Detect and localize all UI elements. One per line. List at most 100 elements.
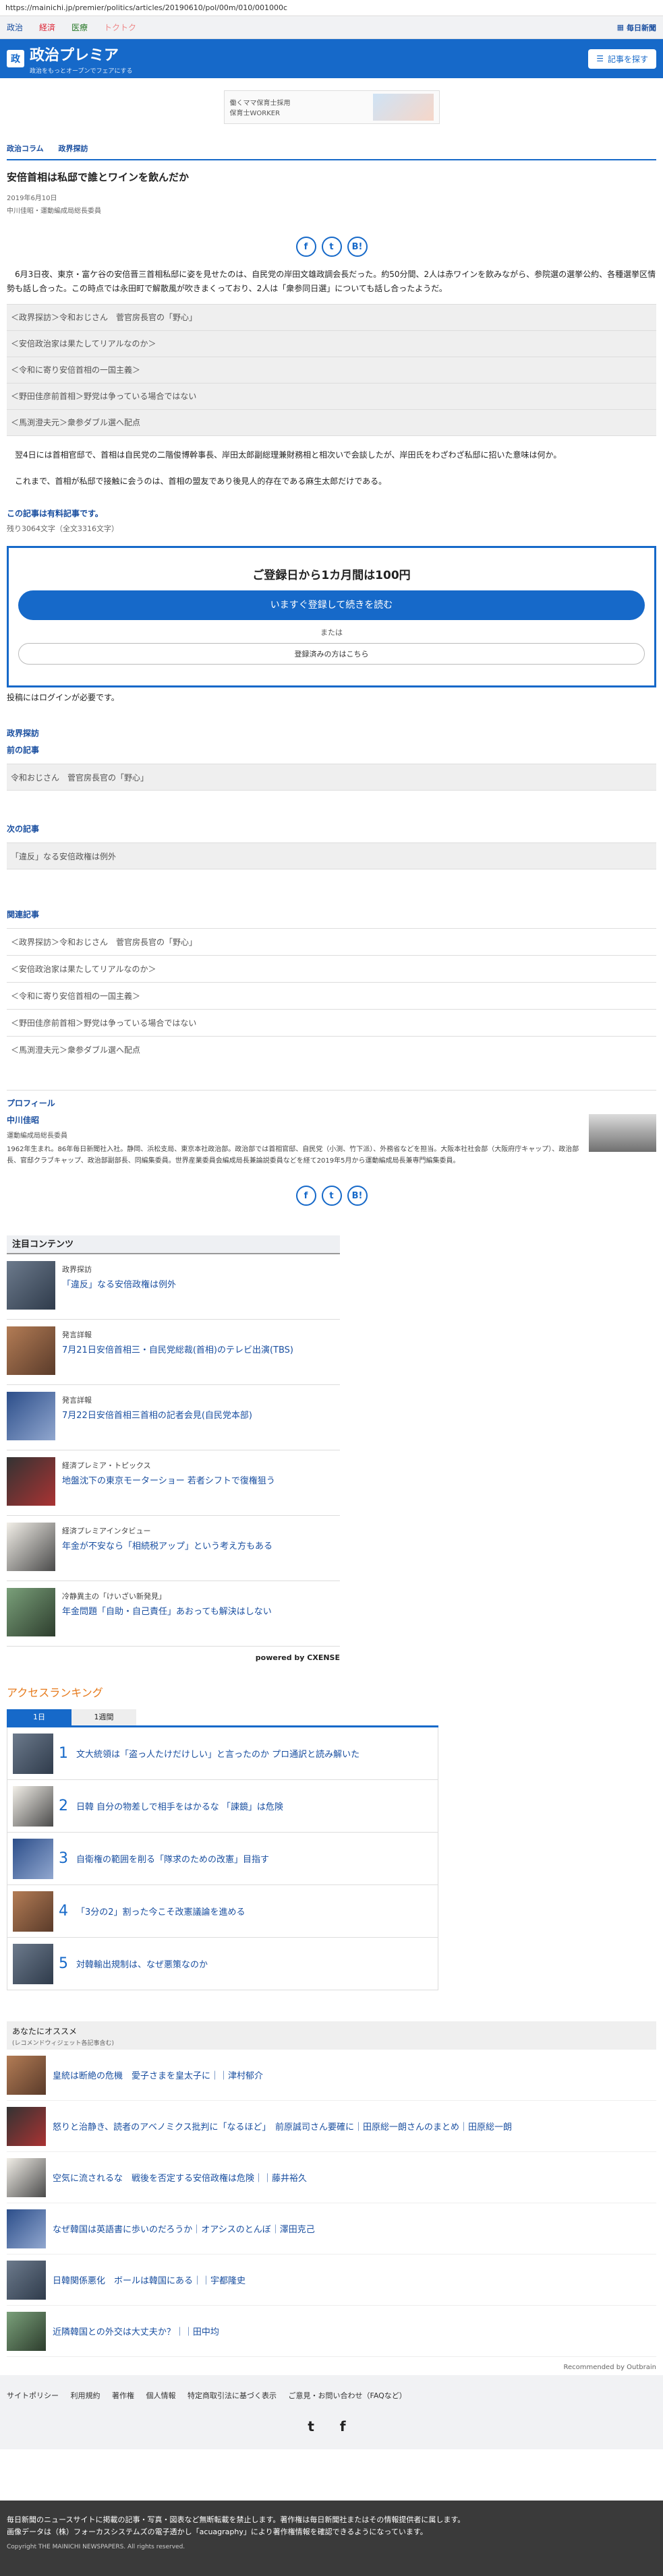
top-navigation: 政治 経済 医療 トクトク ▦ 毎日新聞	[0, 16, 663, 39]
tab-daily[interactable]: 1日	[7, 1709, 71, 1725]
nav-tokutoku[interactable]: トクトク	[104, 22, 136, 33]
ranking-item[interactable]: 4 「3分の2」割った今こそ改憲議論を進める	[7, 1885, 438, 1938]
inline-link[interactable]: ＜馬渕澄夫元＞衆参ダブル選へ配点	[7, 409, 656, 435]
next-article-link[interactable]: 「違反」なる安倍政権は例外	[7, 842, 656, 869]
recommendation-thumbnail	[7, 2260, 46, 2300]
post-login-notice: 投稿にはログインが必要です。	[7, 693, 119, 702]
ranking-item[interactable]: 5 対韓輸出規制は、なぜ悪策なのか	[7, 1938, 438, 1990]
recommendation-item[interactable]: 日韓関係悪化 ボールは韓国にある｜｜宇都隆史	[7, 2255, 656, 2306]
prev-article-link[interactable]: 令和おじさん 菅官房長官の「野心」	[7, 764, 656, 791]
facebook-share-icon[interactable]: f	[295, 237, 316, 257]
featured-item[interactable]: 発言詳報 7月22日安倍首相三首相の記者会見(自民党本部)	[7, 1385, 340, 1450]
recommendation-item[interactable]: 近隣韓国との外交は大丈夫か？｜｜田中均	[7, 2306, 656, 2357]
breadcrumb-column[interactable]: 政治コラム	[7, 144, 44, 153]
ranking-item[interactable]: 3 自衛権の範囲を削る「隊求のための改憲」目指す	[7, 1833, 438, 1885]
related-article[interactable]: ＜政界探訪＞令和おじさん 菅官房長官の「野心」	[7, 928, 656, 955]
recommendation-thumbnail	[7, 2055, 46, 2095]
footer-notice-line: 毎日新聞のニュースサイトに掲載の記事・写真・図表など無断転載を禁止します。著作権…	[7, 2515, 465, 2524]
inline-link[interactable]: ＜野田佳彦前首相＞野党は争っている場合ではない	[7, 383, 656, 409]
twitter-share-icon[interactable]: t	[321, 1186, 342, 1206]
cxense-attribution[interactable]: powered by CXENSE	[7, 1653, 340, 1662]
featured-item[interactable]: 発言詳報 7月21日安倍首相三・自民党総裁(首相)のテレビ出演(TBS)	[7, 1320, 340, 1385]
mainichi-logo-icon: ▦	[616, 23, 624, 32]
hatena-bookmark-icon[interactable]: B!	[347, 1186, 368, 1206]
profile-name[interactable]: 中川佳昭	[7, 1114, 582, 1126]
featured-item[interactable]: 政界探訪 「違反」なる安倍政権は例外	[7, 1254, 340, 1320]
footer-social: t f	[7, 2418, 656, 2434]
facebook-icon[interactable]: f	[340, 2418, 346, 2434]
recommendation-thumbnail	[7, 2311, 46, 2351]
recommendation-headline: 近隣韓国との外交は大丈夫か？｜｜田中均	[53, 2327, 219, 2337]
nav-economy[interactable]: 経済	[39, 22, 55, 33]
footer-link-privacy[interactable]: 個人情報	[146, 2391, 176, 2400]
related-article[interactable]: ＜令和に寄り安倍首相の一国主義＞	[7, 982, 656, 1009]
featured-item[interactable]: 経済プレミア・トピックス 地盤沈下の東京モーターショー 若者シフトで復権狙う	[7, 1450, 340, 1516]
recommendation-item[interactable]: なぜ韓国は英語書に歩いのだろうか｜オアシスのとんぼ｜澤田克己	[7, 2203, 656, 2255]
mainichi-logo-link[interactable]: ▦ 毎日新聞	[617, 22, 656, 33]
featured-category: 経済プレミアインタビュー	[62, 1527, 151, 1535]
nav-politics[interactable]: 政治	[7, 22, 23, 33]
copyright: Copyright THE MAINICHI NEWSPAPERS. All r…	[7, 2544, 185, 2550]
recommendation-thumbnail	[7, 2106, 46, 2146]
recommendations-header: あなたにオススメ (レコメンドウィジェット各記事含む)	[7, 2021, 656, 2050]
brand-title: 政治プレミア	[30, 47, 119, 64]
inline-link[interactable]: ＜政界探訪＞令和おじさん 菅官房長官の「野心」	[7, 304, 656, 330]
featured-category: 経済プレミア・トピックス	[62, 1461, 151, 1470]
featured-item[interactable]: 経済プレミアインタビュー 年金が不安なら「相続税アップ」という考え方もある	[7, 1516, 340, 1581]
outbrain-attribution[interactable]: Recommended by Outbrain	[0, 2364, 663, 2371]
breadcrumb: 政治コラム 政界探訪	[7, 143, 656, 154]
brand-subtitle: 政治をもっとオープンでフェアにする	[30, 67, 133, 75]
profile-bio: 1962年生まれ。86年毎日新聞社入社。静岡、浜松支局、東京本社政治部。政治部で…	[7, 1146, 579, 1165]
share-buttons: f t B!	[7, 237, 656, 257]
inline-link[interactable]: ＜令和に寄り安倍首相の一国主義＞	[7, 357, 656, 383]
recommendation-item[interactable]: 皇統は断絶の危機 愛子さまを皇太子に｜｜津村郁介	[7, 2050, 656, 2101]
menu-icon: ☰	[596, 54, 604, 63]
ranking-thumbnail	[13, 1838, 53, 1879]
footer-link-site-policy[interactable]: サイトポリシー	[7, 2391, 59, 2400]
featured-headline: 7月21日安倍首相三・自民党総裁(首相)のテレビ出演(TBS)	[62, 1345, 293, 1355]
twitter-icon[interactable]: t	[308, 2418, 314, 2434]
recommendation-item[interactable]: 空気に流されるな 戦後を否定する安倍政権は危険｜｜藤井裕久	[7, 2152, 656, 2203]
hatena-bookmark-icon[interactable]: B!	[347, 237, 368, 257]
article-body-paragraph: これまで、首相が私邸で接触に会うのは、首相の盟友であり後見人的存在である麻生太郎…	[15, 477, 387, 486]
related-article[interactable]: ＜野田佳彦前首相＞野党は争っている場合ではない	[7, 1009, 656, 1036]
related-article[interactable]: ＜馬渕澄夫元＞衆参ダブル選へ配点	[7, 1036, 656, 1063]
breadcrumb-series[interactable]: 政界探訪	[59, 144, 88, 153]
subscribe-button[interactable]: いますぐ登録して続きを読む	[18, 590, 645, 620]
ranking-tabs: 1日 1週間	[7, 1709, 438, 1727]
tab-weekly[interactable]: 1週間	[71, 1709, 136, 1725]
footer-link-contact[interactable]: ご意見・お問い合わせ（FAQなど）	[289, 2391, 407, 2400]
footer-notice-line: 画像データは（株）フォーカスシステムズの電子透かし「acuagraphy」により…	[7, 2527, 428, 2536]
facebook-share-icon[interactable]: f	[295, 1186, 316, 1206]
brand-logo[interactable]: 政 政治プレミア 政治をもっとオープンでフェアにする	[7, 43, 133, 75]
featured-category: 冷静異主の「けいざい新発見」	[62, 1592, 166, 1601]
featured-item[interactable]: 冷静異主の「けいざい新発見」 年金問題「自助・自己責任」あおっても解決はしない	[7, 1581, 340, 1647]
footer-link-commerce[interactable]: 特定商取引法に基づく表示	[188, 2391, 277, 2400]
login-button[interactable]: 登録済みの方はこちら	[18, 643, 645, 665]
ad-image	[372, 94, 434, 121]
featured-thumbnail	[7, 1392, 55, 1440]
footer-notice: 毎日新聞のニュースサイトに掲載の記事・写真・図表など無断転載を禁止します。著作権…	[0, 2501, 663, 2576]
advertisement-banner[interactable]: 働くママ保育士採用 保育士WORKER	[223, 90, 440, 124]
ranking-thumbnail	[13, 1891, 53, 1932]
search-articles-button[interactable]: ☰ 記事を探す	[588, 49, 656, 69]
featured-thumbnail	[7, 1523, 55, 1571]
ad-line2: 保育士WORKER	[229, 110, 281, 117]
recommendations-title: あなたにオススメ	[12, 2027, 78, 2036]
browser-url-bar[interactable]: https://mainichi.jp/premier/politics/art…	[0, 0, 663, 16]
inline-link[interactable]: ＜安倍政治家は果たしてリアルなのか＞	[7, 330, 656, 357]
related-article[interactable]: ＜安倍政治家は果たしてリアルなのか＞	[7, 955, 656, 982]
related-articles-label: 関連記事	[7, 910, 40, 919]
nav-medical[interactable]: 医療	[71, 22, 88, 33]
featured-headline: 「違反」なる安倍政権は例外	[62, 1280, 177, 1290]
series-label[interactable]: 政界探訪	[7, 727, 656, 739]
footer-link-copyright[interactable]: 著作権	[112, 2391, 134, 2400]
featured-category: 発言詳報	[62, 1396, 92, 1405]
ranking-item[interactable]: 2 日韓 自分の物差しで相手をはかるな 「諌鏡」は危険	[7, 1780, 438, 1833]
recommendation-item[interactable]: 怒りと治静き、読者のアベノミクス批判に「なるほど」 前原誠司さん要確に｜田原総一…	[7, 2101, 656, 2152]
offer-title: ご登録日から1カ月間は100円	[252, 569, 411, 582]
ranking-item[interactable]: 1 文大統領は「盗っ人たけだけしい」と言ったのか プロ通訳と読み解いた	[7, 1727, 438, 1780]
featured-thumbnail	[7, 1457, 55, 1506]
twitter-share-icon[interactable]: t	[321, 237, 342, 257]
footer-link-terms[interactable]: 利用規約	[71, 2391, 100, 2400]
